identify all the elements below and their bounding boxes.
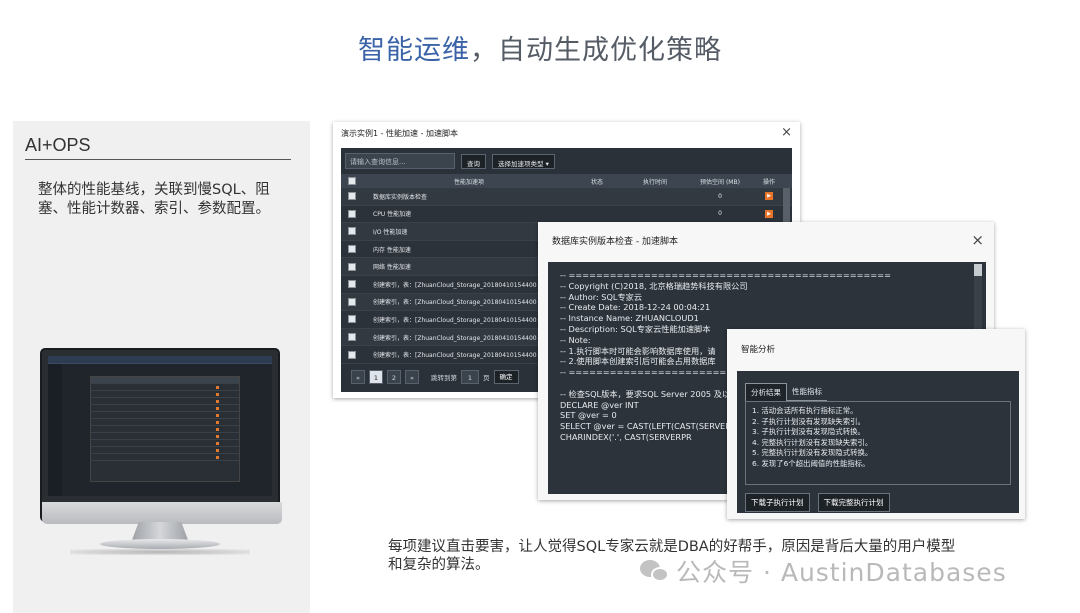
row-checkbox[interactable] [348,209,356,218]
close-icon[interactable]: × [971,231,984,249]
slide: 智能运维，自动生成优化策略 AI+OPS 整体的性能基线，关联到慢SQL、阻塞、… [0,0,1080,613]
left-description: 整体的性能基线，关联到慢SQL、阻塞、性能计数器、索引、参数配置。 [38,182,270,217]
list-item: 1. 活动会话所有执行指标正常。 [752,406,858,415]
tab-performance-metrics[interactable]: 性能指标 [787,383,827,401]
list-item: 3. 子执行计划没有发现隐式转换。 [752,427,865,437]
row-checkbox[interactable] [348,350,356,359]
analysis-result-list: 1. 活动会话所有执行指标正常。 2. 子执行计划没有发现缺失索引。 3. 子执… [745,401,1011,485]
type-select-button[interactable]: 选择加速项类型 ▾ [492,153,555,169]
table-header: 性能加速项 状态 执行时间 预估空间 (MB) 操作 [341,174,792,188]
code-line: -- =====================================… [560,270,891,280]
left-heading: AI+OPS [25,135,91,155]
window1-toolbar: 请输入查询信息... 查询 选择加速项类型 ▾ [341,148,792,174]
table-row[interactable]: 数据库实例版本检查 0 ▶ [341,188,792,206]
code-line: -- Create Date: 2018-12-24 00:04:21 [560,302,711,313]
col-time: 执行时间 [642,178,667,186]
monitor-frame [40,348,282,524]
col-op: 操作 [762,178,775,186]
monitor-screen [48,356,272,496]
go-button[interactable]: 确定 [493,370,519,384]
list-item: 6. 发现了6个超出阈值的性能指标。 [752,458,870,468]
page-2-button[interactable]: 2 [387,370,401,384]
page-title: 智能运维，自动生成优化策略 [0,28,1080,67]
prev-page-button[interactable]: « [351,370,365,384]
next-page-button[interactable]: » [405,370,419,384]
jump-page-input[interactable]: 1 [461,370,479,384]
list-item: 2. 子执行计划没有发现缺失索引。 [752,416,865,426]
code-line: -- Copyright (C)2018, 北京格瑞趋势科技有限公司 [560,280,748,291]
row-space: 0 [718,192,722,200]
title-highlight: 智能运维 [358,35,470,66]
tab-analysis-result[interactable]: 分析结果 [745,383,787,401]
window2-titlebar: 数据库实例版本检查 - 加速脚本 × [538,222,994,256]
row-checkbox[interactable] [348,262,356,271]
search-input[interactable]: 请输入查询信息... [345,153,455,169]
code-line: -- Instance Name: ZHUANCLOUD1 [560,313,699,324]
window1-titlebar: 演示实例1 - 性能加速 - 加速脚本 × [333,122,800,144]
download-buttons: 下载子执行计划 下载完整执行计划 [745,493,890,512]
row-checkbox[interactable] [348,245,356,254]
smart-analysis-window: 智能分析 分析结果 性能指标 1. 活动会话所有执行指标正常。 2. 子执行计划… [727,329,1025,519]
row-checkbox[interactable] [348,315,356,324]
row-name: CPU 性能加速 [373,211,412,219]
list-item: 5. 完整执行计划没有发现隐式转换。 [752,448,873,458]
close-icon[interactable]: × [781,125,792,140]
page-unit: 页 [483,374,490,382]
query-button[interactable]: 查询 [461,153,486,169]
row-checkbox[interactable] [348,280,356,289]
row-checkbox[interactable] [348,333,356,342]
table-row[interactable]: CPU 性能加速 0 ▶ [341,205,792,224]
monitor-illustration [40,348,282,556]
col-space: 预估空间 (MB) [700,178,740,186]
window1-title: 演示实例1 - 性能加速 - 加速脚本 [341,129,459,138]
col-status: 状态 [590,178,603,186]
row-space: 0 [718,210,722,218]
window3-titlebar: 智能分析 [727,329,1025,365]
watermark: 公众号 · AustinDatabases [640,553,1007,589]
window3-body: 分析结果 性能指标 1. 活动会话所有执行指标正常。 2. 子执行计划没有发现缺… [737,371,1019,513]
row-checkbox[interactable] [348,297,356,306]
download-full-plan-button[interactable]: 下载完整执行计划 [817,493,890,512]
title-rest: ，自动生成优化策略 [470,35,722,66]
row-checkbox[interactable] [348,227,356,236]
execute-icon[interactable]: ▶ [765,192,773,201]
left-divider [25,159,291,160]
list-item: 4. 完整执行计划没有发现缺失索引。 [752,437,873,447]
execute-icon[interactable]: ▶ [765,209,773,218]
watermark-text: 公众号 · AustinDatabases [676,558,1007,587]
col-name: 性能加速项 [453,178,484,186]
select-all-checkbox[interactable] [348,177,356,185]
pagination: « 1 2 » 跳转到第 1 页 确定 [351,370,519,384]
monitor-dialog [90,376,240,482]
wechat-icon [640,558,670,584]
analysis-tabs: 分析结果 性能指标 [745,383,827,401]
page-1-button[interactable]: 1 [369,370,383,384]
code-line: -- Author: SQL专家云 [560,291,643,302]
row-name: 数据库实例版本检查 [373,193,428,201]
row-checkbox[interactable] [348,192,356,201]
window3-title: 智能分析 [741,345,776,355]
download-sub-plan-button[interactable]: 下载子执行计划 [745,493,810,512]
jump-label: 跳转到第 [431,374,457,382]
window2-title: 数据库实例版本检查 - 加速脚本 [552,237,678,247]
